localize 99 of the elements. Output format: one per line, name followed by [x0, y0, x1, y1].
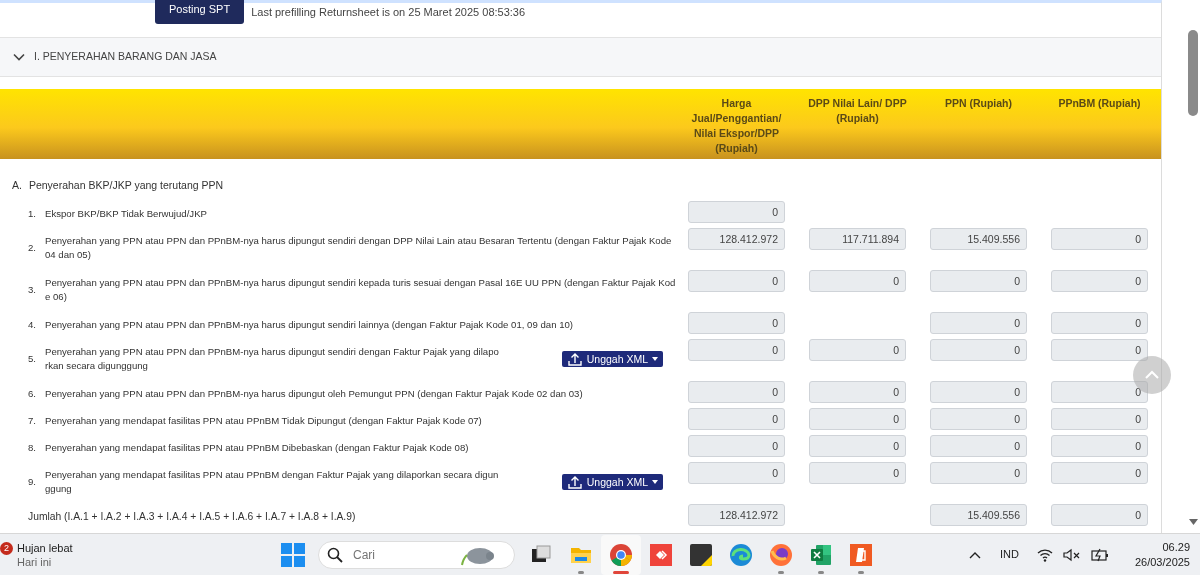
amount-field[interactable]: 0 [930, 462, 1027, 484]
amount-field[interactable]: 128.412.972 [688, 228, 785, 250]
section-title: I. PENYERAHAN BARANG DAN JASA [34, 49, 217, 65]
section-header[interactable]: I. PENYERAHAN BARANG DAN JASA [0, 37, 1161, 77]
group-number: A. [12, 178, 22, 194]
upload-xml-button[interactable]: Unggah XML [561, 351, 663, 367]
amount-field[interactable]: 0 [1051, 270, 1148, 292]
search-box[interactable]: Cari [318, 540, 515, 569]
amount-field[interactable]: 0 [930, 270, 1027, 292]
browser-icon[interactable] [609, 542, 633, 567]
upload-icon [566, 352, 583, 366]
item-description: Penyerahan yang PPN atau PPN dan PPnBM-nya harus dipungut sendiri kepada turis sesuai dengan Pasal 16E UU PPN (dengan Faktur Pajak Kod e 06) [45, 276, 676, 304]
item-number: 1. [28, 206, 37, 221]
amount-field[interactable]: 0 [688, 408, 785, 430]
prefill-info-text: Last prefilling Returnsheet is on 25 Maret 2025 08:53:36 [251, 5, 526, 20]
amount-field[interactable]: 0 [688, 339, 785, 361]
scrollbar-thumb[interactable] [1188, 30, 1198, 116]
column-header: PPnBM (Rupiah) [1057, 96, 1142, 111]
amount-field[interactable]: 0 [1051, 435, 1148, 457]
amount-field[interactable]: 0 [688, 312, 785, 334]
start-icon[interactable] [280, 541, 306, 568]
running-indicator [858, 570, 864, 574]
item-number: 2. [28, 241, 37, 255]
amount-field[interactable]: 0 [688, 201, 785, 223]
item-description: Ekspor BKP/BKP Tidak Berwujud/JKP [45, 206, 208, 221]
amount-field[interactable]: 15.409.556 [930, 504, 1027, 526]
amount-field[interactable]: 0 [688, 381, 785, 403]
wifi-icon [1036, 547, 1053, 562]
amount-field[interactable]: 0 [1051, 312, 1148, 334]
amount-field[interactable]: 0 [930, 381, 1027, 403]
item-description: Penyerahan yang mendapat fasilitas PPN atau PPnBM Tidak Dipungut (dengan Faktur Pajak Kode 07) [45, 413, 483, 428]
item-number: 9. [28, 475, 37, 489]
muted-speaker-icon [1062, 547, 1081, 562]
weather-subtitle: Hari ini [17, 554, 53, 569]
clock-time: 06.29 [1161, 539, 1190, 555]
amount-field[interactable]: 0 [809, 408, 906, 430]
column-header: PPN (Rupiah) [943, 96, 1014, 111]
column-header: Harga Jual/Penggantian/ Nilai Ekspor/DPP (Rupiah) [690, 96, 783, 156]
amount-field[interactable]: 0 [809, 270, 906, 292]
item-description: Penyerahan yang mendapat fasilitas PPN atau PPnBM dengan Faktur Pajak yang dilaporkan secara digun ggung [45, 468, 500, 496]
amount-field[interactable]: 15.409.556 [930, 228, 1027, 250]
item-description: Penyerahan yang PPN atau PPN dan PPnBM-nya harus dipungut sendiri dengan DPP Nilai Lain atau Besaran Tertentu (dengan Faktur Pajak Kode 04 dan 05) [45, 234, 673, 262]
amount-field[interactable]: 0 [809, 462, 906, 484]
item-number: 3. [28, 283, 37, 297]
amount-field[interactable]: 0 [809, 381, 906, 403]
clock[interactable]: 06.29 26/03/2025 [1134, 539, 1190, 570]
amount-field[interactable]: 0 [809, 435, 906, 457]
running-indicator [778, 570, 784, 574]
amount-field[interactable]: 0 [688, 462, 785, 484]
item-number: 4. [28, 317, 37, 332]
notification-badge: 2 [0, 542, 13, 555]
clock-date: 26/03/2025 [1134, 554, 1190, 570]
language-indicator[interactable]: IND [1000, 546, 1019, 563]
amount-field[interactable]: 0 [1051, 381, 1148, 403]
item-description: Penyerahan yang PPN atau PPN dan PPnBM-nya harus dipungut oleh Pemungut PPN (dengan Faktur Pajak Kode 02 dan 03) [45, 386, 584, 401]
total-label: Jumlah (I.A.1 + I.A.2 + I.A.3 + I.A.4 + I.A.5 + I.A.6 + I.A.7 + I.A.8 + I.A.9) [28, 509, 356, 524]
search-icon [327, 546, 343, 563]
spreadsheet-icon[interactable] [809, 542, 833, 567]
battery-icon [1090, 547, 1109, 562]
amount-field[interactable]: 0 [688, 270, 785, 292]
group-title: Penyerahan BKP/JKP yang terutang PPN [28, 178, 224, 194]
amount-field[interactable]: 0 [930, 339, 1027, 361]
amount-field[interactable]: 0 [688, 435, 785, 457]
upload-xml-button[interactable]: Unggah XML [561, 474, 663, 490]
posting-spt-button[interactable]: Posting SPT [155, 0, 245, 24]
amount-field[interactable]: 0 [1051, 462, 1148, 484]
sticky-note-icon[interactable] [689, 542, 713, 567]
amount-field[interactable]: 0 [1051, 504, 1148, 526]
amount-field[interactable]: 0 [930, 408, 1027, 430]
running-indicator [818, 570, 824, 574]
item-number: 5. [28, 352, 37, 366]
chevron-up-icon [1144, 370, 1160, 380]
fox-browser-icon[interactable] [769, 542, 793, 567]
document-app-icon[interactable] [849, 542, 873, 567]
item-number: 7. [28, 413, 37, 428]
diamond-app-icon[interactable] [649, 542, 673, 567]
amount-field[interactable]: 0 [930, 312, 1027, 334]
column-header: DPP Nilai Lain/ DPP (Rupiah) [807, 96, 908, 126]
amount-field[interactable]: 0 [1051, 408, 1148, 430]
item-number: 6. [28, 386, 37, 401]
search-input[interactable]: Cari [351, 544, 451, 565]
amount-field[interactable]: 128.412.972 [688, 504, 785, 526]
caret-icon [652, 357, 658, 361]
amount-field[interactable]: 0 [1051, 339, 1148, 361]
item-description: Penyerahan yang PPN atau PPN dan PPnBM-nya harus dipungut sendiri dengan Faktur Pajak yang dilapo rkan secara digunggung [45, 345, 500, 373]
amount-field[interactable]: 0 [1051, 228, 1148, 250]
item-number: 8. [28, 440, 37, 455]
running-indicator [578, 570, 584, 574]
weather-title: Hujan lebat [17, 540, 73, 555]
wave-browser-icon[interactable] [729, 542, 753, 567]
amount-field[interactable]: 0 [809, 339, 906, 361]
scroll-down-icon[interactable] [1189, 519, 1198, 525]
amount-field[interactable]: 117.711.894 [809, 228, 906, 250]
item-description: Penyerahan yang PPN atau PPN dan PPnBM-nya harus dipungut sendiri lainnya (dengan Faktur Pajak Kode 01, 09 dan 10) [45, 317, 574, 332]
caret-icon [652, 480, 658, 484]
item-description: Penyerahan yang mendapat fasilitas PPN atau PPnBM Dibebaskan (dengan Faktur Pajak Kode 08) [45, 440, 470, 455]
amount-field[interactable]: 0 [930, 435, 1027, 457]
upload-icon [566, 475, 583, 489]
running-indicator [613, 570, 629, 574]
